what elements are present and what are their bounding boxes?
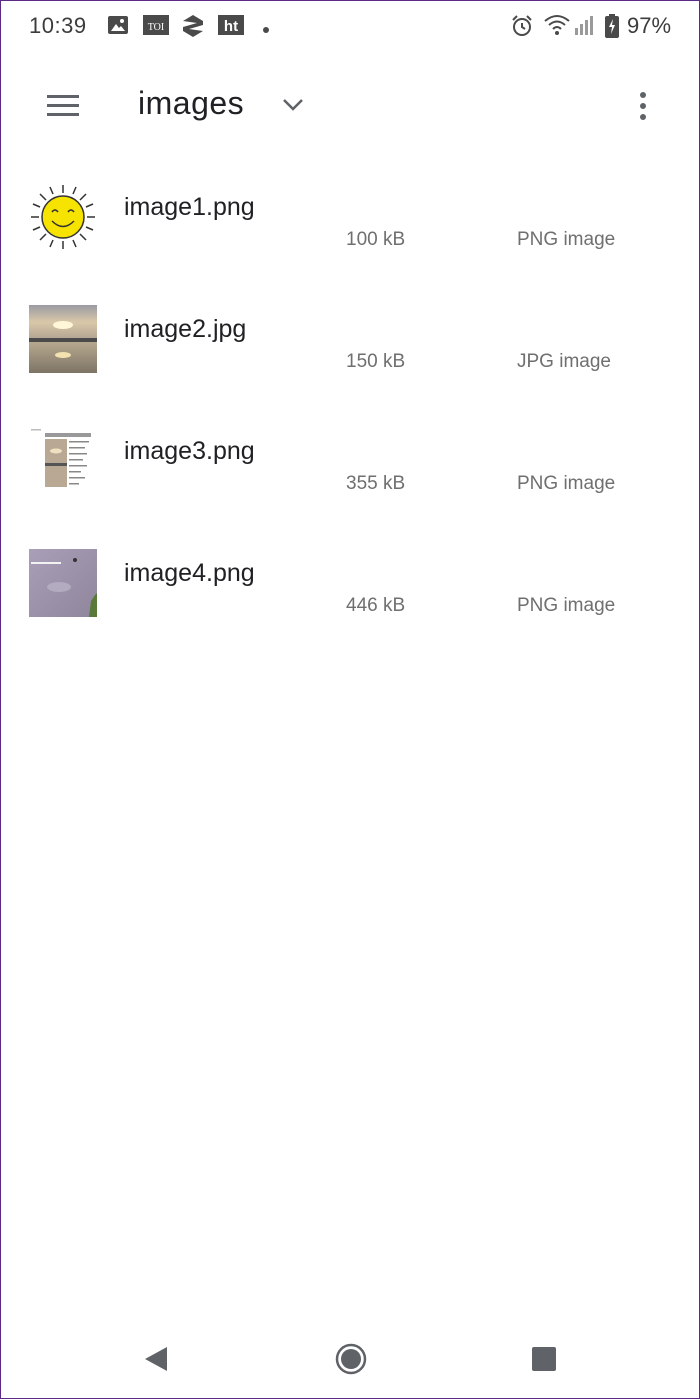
file-type: JPG image: [517, 351, 611, 372]
file-item-image2[interactable]: image2.jpg 150 kB JPG image: [1, 283, 699, 405]
wifi-icon: [544, 14, 570, 41]
file-item-image4[interactable]: image4.png 446 kB PNG image: [1, 527, 699, 649]
status-time: 10:39: [29, 13, 87, 38]
more-vert-icon: [640, 92, 646, 120]
file-size: 355 kB: [346, 473, 406, 494]
back-triangle-icon: [145, 1347, 167, 1371]
dot-icon: [262, 21, 270, 39]
sun-smiley-thumbnail: [29, 183, 97, 251]
sunset-lake-thumbnail: [29, 305, 97, 373]
chevron-down-icon: [283, 99, 303, 111]
file-list: image1.png 100 kB PNG image image2.jpg 1…: [1, 161, 699, 649]
back-button[interactable]: [131, 1335, 181, 1383]
hamburger-menu-icon: [47, 95, 79, 116]
file-size: 150 kB: [346, 351, 406, 372]
system-nav-bar: [1, 1319, 699, 1399]
s-app-icon: [181, 14, 205, 43]
page-title[interactable]: images: [138, 85, 244, 122]
file-name: image2.jpg: [124, 315, 247, 343]
gallery-icon: [107, 14, 129, 41]
file-type: PNG image: [517, 595, 616, 616]
file-item-image1[interactable]: image1.png 100 kB PNG image: [1, 161, 699, 283]
overflow-menu-button[interactable]: [621, 83, 665, 129]
svg-text:ht: ht: [224, 18, 238, 35]
ht-icon: ht: [218, 14, 244, 41]
battery-icon: [605, 14, 619, 43]
file-type: PNG image: [517, 473, 616, 494]
menu-button[interactable]: [35, 81, 91, 129]
file-type: PNG image: [517, 229, 616, 250]
alarm-icon: [510, 14, 534, 43]
home-circle-icon: [335, 1343, 367, 1375]
lavender-sky-thumbnail: [29, 549, 97, 617]
file-item-image3[interactable]: image3.png 355 kB PNG image: [1, 405, 699, 527]
screenshot-thumbnail: [29, 427, 97, 495]
file-size: 100 kB: [346, 229, 406, 250]
file-name: image1.png: [124, 193, 255, 221]
svg-text:TOI: TOI: [148, 22, 164, 33]
recents-button[interactable]: [519, 1335, 569, 1383]
file-name: image4.png: [124, 559, 255, 587]
recents-square-icon: [532, 1347, 556, 1371]
folder-dropdown-button[interactable]: [277, 89, 309, 121]
file-name: image3.png: [124, 437, 255, 465]
file-size: 446 kB: [346, 595, 406, 616]
signal-icon: [573, 14, 595, 41]
status-bar: 10:39 TOI ht 97%: [1, 1, 699, 53]
home-button[interactable]: [326, 1335, 376, 1383]
app-bar: images: [1, 61, 699, 151]
battery-percent: 97%: [627, 13, 672, 38]
toi-icon: TOI: [143, 14, 169, 41]
